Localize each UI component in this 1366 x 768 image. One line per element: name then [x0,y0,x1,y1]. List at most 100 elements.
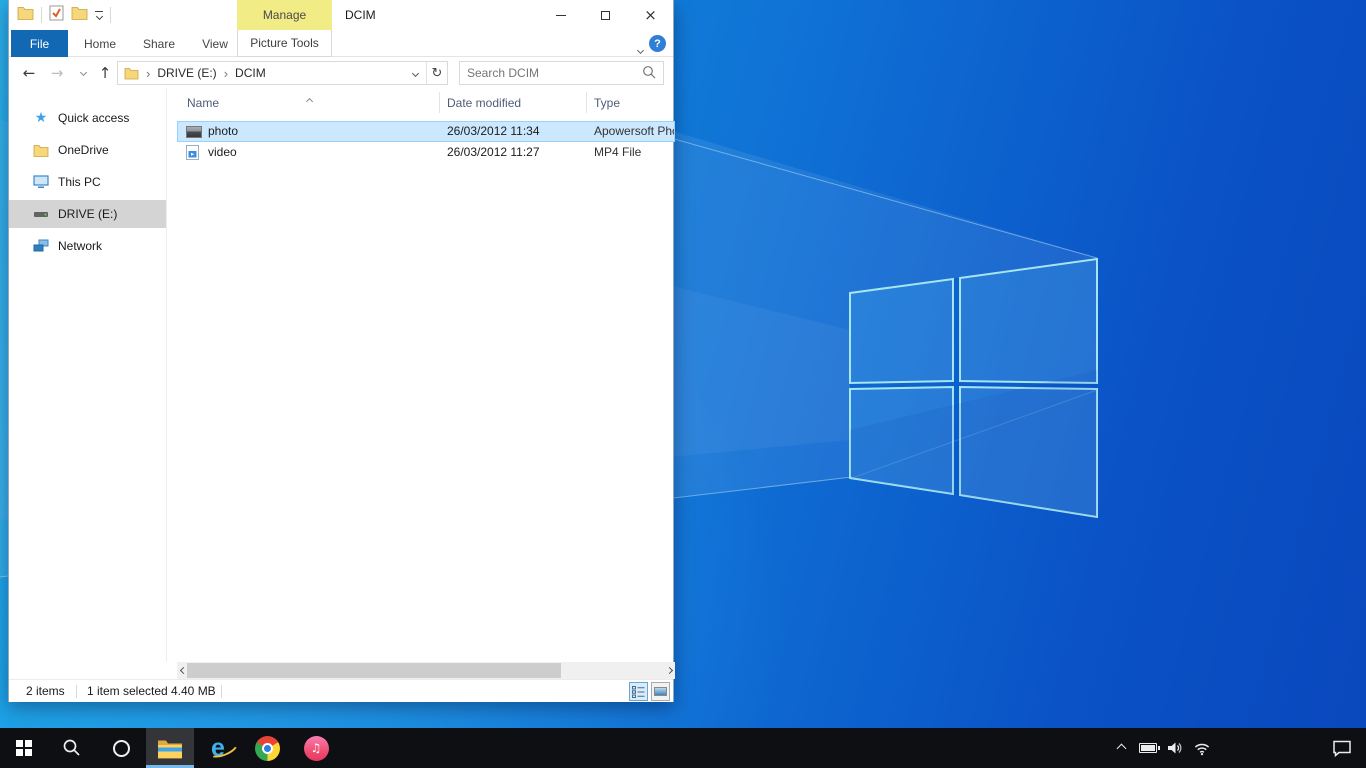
scrollbar-thumb[interactable] [187,663,561,678]
toolbar-separator [110,7,111,23]
large-icons-view-button[interactable] [651,682,670,701]
windows-start-icon [16,740,32,756]
contextual-tab-group[interactable]: Manage [237,0,332,30]
window-controls: × [538,0,673,30]
sidebar-item-quick-access[interactable]: ★ Quick access [9,104,166,132]
itunes-button[interactable]: ♫ [292,728,340,768]
monitor-icon [33,174,49,190]
chrome-button[interactable] [243,728,291,768]
video-file-icon [186,145,202,160]
scroll-right-icon[interactable] [663,662,675,679]
tab-home[interactable]: Home [71,30,129,57]
forward-button[interactable]: → [45,57,69,88]
column-header-date-modified[interactable]: Date modified [447,96,521,110]
taskbar: e ♫ [0,728,1366,768]
folder-icon[interactable] [17,6,34,25]
tab-view[interactable]: View [189,30,241,57]
column-headers: Name Date modified Type [177,88,675,117]
file-name: video [208,145,237,159]
selection-size: 4.40 MB [171,684,216,698]
new-folder-icon[interactable] [71,6,88,25]
recent-locations-icon[interactable] [71,57,95,88]
file-name: photo [208,124,238,138]
help-icon[interactable]: ? [649,35,666,52]
tab-picture-tools[interactable]: Picture Tools [237,30,332,57]
tab-file[interactable]: File [11,30,68,57]
column-header-name[interactable]: Name [187,96,219,110]
window-title: DCIM [345,0,376,30]
horizontal-scrollbar[interactable] [177,662,675,679]
file-type: Apowersoft Pho [594,124,674,138]
address-dropdown-icon[interactable] [405,62,426,84]
toolbar-separator [41,7,42,23]
cortana-button[interactable] [97,728,145,768]
details-view-button[interactable] [629,682,648,701]
drive-icon [33,206,49,222]
minimize-button[interactable] [538,0,583,30]
back-button[interactable]: ← [17,57,41,88]
wifi-icon[interactable] [1193,739,1211,757]
file-date: 26/03/2012 11:34 [447,124,540,138]
sidebar-item-label: Network [58,239,102,253]
sidebar-item-label: Quick access [58,111,129,125]
search-input[interactable]: Search DCIM [459,61,664,85]
breadcrumb-dcim[interactable]: DCIM [235,66,266,80]
network-icon [33,238,49,254]
close-button[interactable]: × [628,0,673,30]
sidebar-item-label: OneDrive [58,143,109,157]
maximize-button[interactable] [583,0,628,30]
customize-toolbar-icon[interactable] [95,11,103,19]
taskbar-file-explorer-button[interactable] [146,728,194,768]
breadcrumb-drive[interactable]: DRIVE (E:) [157,66,216,80]
search-icon[interactable] [642,65,656,82]
volume-icon[interactable] [1166,739,1184,757]
address-bar: ← → ↑ › DRIVE (E:) › DCIM ↻ Search DCIM [9,57,673,88]
sort-ascending-icon[interactable] [307,93,312,107]
column-header-type[interactable]: Type [594,96,620,110]
status-divider [76,685,77,698]
location-folder-icon [124,67,139,80]
sidebar-item-label: DRIVE (E:) [58,207,117,221]
sidebar-item-network[interactable]: Network [9,232,166,260]
properties-icon[interactable] [49,5,64,26]
search-icon [62,738,82,758]
selection-count: 1 item selected [87,684,168,698]
navigation-pane: ★ Quick access OneDrive This PC [9,88,167,662]
sidebar-item-label: This PC [58,175,101,189]
up-button[interactable]: ↑ [93,57,117,88]
taskbar-search-button[interactable] [48,728,96,768]
battery-icon[interactable] [1139,739,1157,757]
refresh-icon[interactable]: ↻ [426,62,447,84]
search-placeholder: Search DCIM [467,66,642,80]
action-center-button[interactable] [1318,728,1366,768]
desktop: Manage DCIM × File Home Share View Pictu… [0,0,1366,768]
breadcrumb-separator: › [146,66,150,81]
column-divider[interactable] [586,92,587,113]
title-bar: Manage DCIM × [9,0,673,30]
file-list: Name Date modified Type photo 26/03/2012… [177,88,675,662]
address-box[interactable]: › DRIVE (E:) › DCIM ↻ [117,61,448,85]
file-row-photo[interactable]: photo 26/03/2012 11:34 Apowersoft Pho [177,121,675,142]
status-bar: 2 items 1 item selected 4.40 MB [9,679,673,702]
column-divider[interactable] [439,92,440,113]
file-type: MP4 File [594,145,674,159]
quick-access-icon: ★ [33,110,49,126]
expand-ribbon-icon[interactable] [638,40,643,58]
item-count: 2 items [26,684,65,698]
file-row-video[interactable]: video 26/03/2012 11:27 MP4 File [177,142,675,163]
ribbon-tabs: File Home Share View Picture Tools ? [9,30,673,57]
sidebar-item-onedrive[interactable]: OneDrive [9,136,166,164]
cortana-icon [113,740,130,757]
breadcrumb-separator: › [224,66,228,81]
status-divider [221,685,222,698]
file-explorer-icon [157,738,183,759]
tab-share[interactable]: Share [131,30,187,57]
quick-access-toolbar [17,0,111,30]
start-button[interactable] [0,728,48,768]
internet-explorer-icon: e [211,736,225,761]
hidden-icons-chevron[interactable] [1112,739,1130,757]
internet-explorer-button[interactable]: e [194,728,242,768]
system-tray [1112,728,1211,768]
sidebar-item-drive-e[interactable]: DRIVE (E:) [9,200,166,228]
sidebar-item-this-pc[interactable]: This PC [9,168,166,196]
